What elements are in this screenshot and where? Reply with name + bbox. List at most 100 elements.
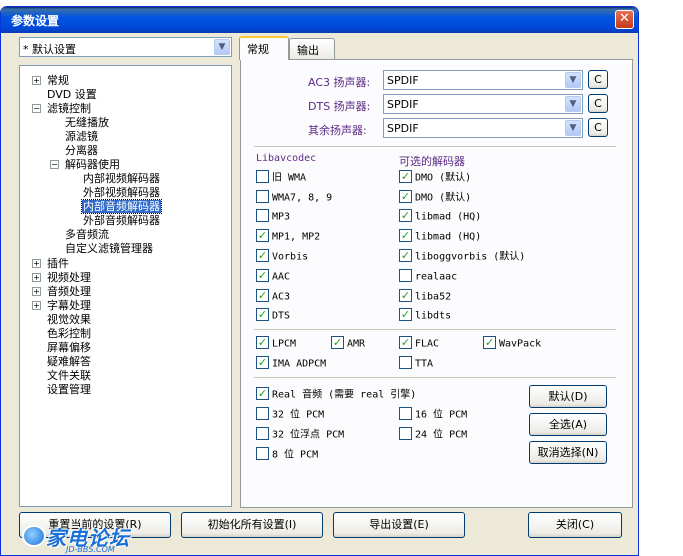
tree-item-general[interactable]: + 常规 xyxy=(32,74,70,88)
tree-item-custom-filter[interactable]: 自定义滤镜管理器 xyxy=(64,242,154,256)
tree-item-external-audio[interactable]: 外部音频解码器 xyxy=(82,214,161,228)
collapse-icon[interactable]: − xyxy=(50,160,59,169)
tree-item-decoder-usage[interactable]: − 解码器使用 xyxy=(50,158,121,172)
checkbox-pcm24[interactable]: 24 位 PCM xyxy=(399,427,467,442)
checkbox-libmad-1[interactable]: ✓ libmad (HQ) xyxy=(399,209,481,224)
initialize-all-button[interactable]: 初始化所有设置(I) xyxy=(181,512,323,538)
checkbox-mp3[interactable]: MP3 xyxy=(256,209,290,224)
tree-item-visual-effects[interactable]: 视觉效果 xyxy=(46,313,92,327)
tree-item-plugins[interactable]: + 插件 xyxy=(32,257,70,271)
tree-item-internal-audio[interactable]: 内部音频解码器 xyxy=(81,199,162,214)
checkbox-box[interactable] xyxy=(399,407,412,420)
checkbox-pcm32-float[interactable]: 32 位浮点 PCM xyxy=(256,427,344,442)
checkbox-box[interactable]: ✓ xyxy=(483,336,496,349)
tree-item-seamless[interactable]: 无缝播放 xyxy=(64,116,110,130)
tab-general[interactable]: 常规 xyxy=(239,36,289,60)
checkbox-amr[interactable]: ✓ AMR xyxy=(331,336,365,351)
checkbox-box[interactable]: ✓ xyxy=(331,336,344,349)
ac3-speaker-select[interactable]: SPDIF ▼ xyxy=(383,70,583,90)
tab-output[interactable]: 输出 xyxy=(289,38,335,59)
checkbox-pcm8[interactable]: 8 位 PCM xyxy=(256,447,318,462)
checkbox-real-audio[interactable]: ✓ Real 音频 (需要 real 引擎) xyxy=(256,387,416,402)
checkbox-mp1-mp2[interactable]: ✓ MP1, MP2 xyxy=(256,229,320,244)
checkbox-box[interactable]: ✓ xyxy=(256,336,269,349)
chevron-down-icon[interactable]: ▼ xyxy=(214,39,230,55)
checkbox-realaac[interactable]: realaac xyxy=(399,269,457,284)
checkbox-box[interactable]: ✓ xyxy=(399,289,412,302)
title-bar[interactable]: 参数设置 ✕ xyxy=(1,7,638,33)
checkbox-box[interactable] xyxy=(399,269,412,282)
checkbox-box[interactable]: ✓ xyxy=(399,336,412,349)
checkbox-dmo-1[interactable]: ✓ DMO (默认) xyxy=(399,170,471,185)
checkbox-box[interactable] xyxy=(256,170,269,183)
tree-item-splitter[interactable]: 分离器 xyxy=(64,144,99,158)
tree-item-troubleshooting[interactable]: 疑难解答 xyxy=(46,355,92,369)
preset-select[interactable]: * 默认设置 ▼ xyxy=(19,37,232,57)
checkbox-box[interactable]: ✓ xyxy=(256,387,269,400)
tree-item-dvd[interactable]: DVD 设置 xyxy=(46,88,98,102)
checkbox-box[interactable]: ✓ xyxy=(256,308,269,321)
checkbox-liba52[interactable]: ✓ liba52 xyxy=(399,289,451,304)
checkbox-dts[interactable]: ✓ DTS xyxy=(256,308,290,323)
select-all-button[interactable]: 全选(A) xyxy=(529,413,607,436)
checkbox-wma789[interactable]: WMA7, 8, 9 xyxy=(256,190,332,205)
close-button[interactable]: 关闭(C) xyxy=(528,512,622,538)
tree-item-multi-audio[interactable]: 多音频流 xyxy=(64,228,110,242)
chevron-down-icon[interactable]: ▼ xyxy=(565,96,581,112)
tree-item-internal-video[interactable]: 内部视频解码器 xyxy=(82,172,161,186)
tree-item-file-association[interactable]: 文件关联 xyxy=(46,369,92,383)
checkbox-ima-adpcm[interactable]: ✓ IMA ADPCM xyxy=(256,356,326,371)
tree-item-filter-control[interactable]: − 滤镜控制 xyxy=(32,102,92,116)
tree-item-video-processing[interactable]: + 视频处理 xyxy=(32,271,92,285)
checkbox-box[interactable] xyxy=(399,356,412,369)
checkbox-box[interactable]: ✓ xyxy=(399,209,412,222)
expand-icon[interactable]: + xyxy=(32,259,41,268)
export-settings-button[interactable]: 导出设置(E) xyxy=(333,512,465,538)
checkbox-box[interactable] xyxy=(399,427,412,440)
checkbox-pcm16[interactable]: 16 位 PCM xyxy=(399,407,467,422)
checkbox-liboggvorbis[interactable]: ✓ liboggvorbis (默认) xyxy=(399,249,525,264)
expand-icon[interactable]: + xyxy=(32,287,41,296)
checkbox-box[interactable] xyxy=(256,190,269,203)
tree-item-screen-offset[interactable]: 屏幕偏移 xyxy=(46,341,92,355)
checkbox-wavpack[interactable]: ✓ WavPack xyxy=(483,336,541,351)
checkbox-box[interactable]: ✓ xyxy=(399,170,412,183)
ac3-config-button[interactable]: C xyxy=(588,70,608,89)
checkbox-libdts[interactable]: ✓ libdts xyxy=(399,308,451,323)
expand-icon[interactable]: + xyxy=(32,273,41,282)
checkbox-box[interactable] xyxy=(256,447,269,460)
chevron-down-icon[interactable]: ▼ xyxy=(565,120,581,136)
checkbox-flac[interactable]: ✓ FLAC xyxy=(399,336,439,351)
checkbox-box[interactable] xyxy=(256,209,269,222)
dts-config-button[interactable]: C xyxy=(588,94,608,113)
checkbox-libmad-2[interactable]: ✓ libmad (HQ) xyxy=(399,229,481,244)
checkbox-box[interactable]: ✓ xyxy=(256,249,269,262)
tree-item-color-control[interactable]: 色彩控制 xyxy=(46,327,92,341)
checkbox-box[interactable]: ✓ xyxy=(399,190,412,203)
checkbox-aac[interactable]: ✓ AAC xyxy=(256,269,290,284)
expand-icon[interactable]: + xyxy=(32,301,41,310)
tree-item-subtitle-processing[interactable]: + 字幕处理 xyxy=(32,299,92,313)
tree-item-external-video[interactable]: 外部视频解码器 xyxy=(82,186,161,200)
checkbox-box[interactable]: ✓ xyxy=(399,249,412,262)
dts-speaker-select[interactable]: SPDIF ▼ xyxy=(383,94,583,114)
close-icon[interactable]: ✕ xyxy=(615,10,634,29)
expand-icon[interactable]: + xyxy=(32,76,41,85)
deselect-button[interactable]: 取消选择(N) xyxy=(529,441,607,464)
checkbox-box[interactable] xyxy=(256,427,269,440)
checkbox-tta[interactable]: TTA xyxy=(399,356,433,371)
checkbox-lpcm[interactable]: ✓ LPCM xyxy=(256,336,296,351)
chevron-down-icon[interactable]: ▼ xyxy=(565,72,581,88)
checkbox-vorbis[interactable]: ✓ Vorbis xyxy=(256,249,308,264)
checkbox-ac3[interactable]: ✓ AC3 xyxy=(256,289,290,304)
checkbox-box[interactable]: ✓ xyxy=(399,229,412,242)
default-button[interactable]: 默认(D) xyxy=(529,385,607,408)
settings-tree[interactable]: + 常规 DVD 设置 − 滤镜控制 无缝播放 源滤镜 分离器 − 解码器使用 内部视… xyxy=(19,65,232,507)
tree-item-source-filter[interactable]: 源滤镜 xyxy=(64,130,99,144)
checkbox-box[interactable]: ✓ xyxy=(256,289,269,302)
collapse-icon[interactable]: − xyxy=(32,104,41,113)
tree-item-settings-management[interactable]: 设置管理 xyxy=(46,383,92,397)
checkbox-box[interactable]: ✓ xyxy=(256,356,269,369)
checkbox-box[interactable] xyxy=(256,407,269,420)
checkbox-box[interactable]: ✓ xyxy=(256,269,269,282)
